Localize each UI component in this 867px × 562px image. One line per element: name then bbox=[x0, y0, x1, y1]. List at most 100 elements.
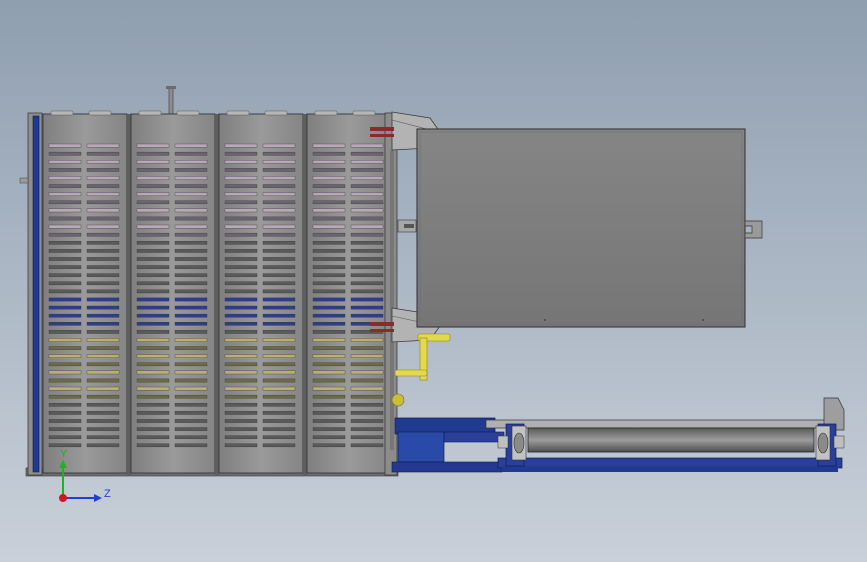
louver-slat bbox=[136, 241, 170, 245]
louver-slat bbox=[48, 160, 82, 164]
door-latch[interactable] bbox=[397, 219, 417, 233]
louver-panels[interactable] bbox=[42, 110, 395, 476]
louver-slat bbox=[224, 224, 258, 229]
louver-slat bbox=[136, 273, 170, 277]
louver-slat bbox=[174, 305, 208, 310]
louver-slat bbox=[224, 192, 258, 196]
door-rivet bbox=[702, 319, 704, 321]
louver-slat bbox=[224, 346, 258, 350]
louver-slat bbox=[48, 184, 82, 188]
louver-slat bbox=[224, 419, 258, 423]
louver-slat bbox=[312, 143, 346, 148]
louver-slat bbox=[224, 143, 258, 148]
louver-slat bbox=[86, 160, 120, 164]
louver-slat bbox=[312, 289, 346, 294]
panel-top-tab bbox=[50, 110, 74, 116]
louver-slat bbox=[86, 265, 120, 269]
louver-slat bbox=[224, 151, 258, 156]
louver-slat bbox=[174, 378, 208, 383]
louver-slat bbox=[224, 338, 258, 342]
louver-slat bbox=[136, 378, 170, 383]
louver-slat bbox=[86, 338, 120, 342]
louver-slat bbox=[174, 362, 208, 367]
panel-divider bbox=[215, 114, 219, 476]
machine-assembly[interactable] bbox=[19, 86, 845, 477]
louver-slat bbox=[224, 184, 258, 188]
cabinet-panel[interactable] bbox=[306, 113, 392, 474]
louver-slat bbox=[224, 257, 258, 261]
louver-slat bbox=[174, 241, 208, 245]
louver-slat bbox=[86, 151, 120, 156]
louver-slat bbox=[136, 289, 170, 294]
cad-viewport[interactable]: Y Z bbox=[0, 0, 867, 562]
louver-slat bbox=[224, 394, 258, 399]
louver-slat bbox=[136, 394, 170, 399]
cabinet-panel[interactable] bbox=[42, 113, 128, 474]
louver-slat bbox=[86, 346, 120, 350]
louver-slat bbox=[48, 419, 82, 423]
louver-slat bbox=[262, 208, 296, 213]
louver-slat bbox=[48, 216, 82, 221]
louver-slat bbox=[174, 386, 208, 391]
louver-slat bbox=[224, 411, 258, 415]
louver-slat bbox=[262, 241, 296, 245]
louver-slat bbox=[86, 200, 120, 205]
louver-slat bbox=[174, 160, 208, 164]
roller[interactable] bbox=[527, 427, 815, 453]
louver-slat bbox=[224, 289, 258, 294]
louver-slat bbox=[312, 386, 346, 391]
louver-slat bbox=[174, 435, 208, 439]
roller-conveyor[interactable] bbox=[485, 397, 845, 472]
louver-slat bbox=[312, 273, 346, 277]
louver-slat bbox=[174, 200, 208, 205]
louver-slat bbox=[350, 216, 384, 221]
louver-slat bbox=[350, 249, 384, 253]
panel-top-tab bbox=[352, 110, 376, 116]
louver-slat bbox=[350, 151, 384, 156]
louver-slat bbox=[312, 216, 346, 221]
louver-slat bbox=[174, 443, 208, 448]
louver-slat bbox=[350, 281, 384, 286]
louver-slat bbox=[136, 354, 170, 358]
louver-slat bbox=[174, 427, 208, 431]
crank-handle[interactable] bbox=[391, 333, 451, 407]
louver-slat bbox=[262, 427, 296, 431]
louver-slat bbox=[174, 151, 208, 156]
louver-slat bbox=[224, 354, 258, 358]
louver-slat bbox=[312, 151, 346, 156]
louver-slat bbox=[86, 297, 120, 302]
louver-slat bbox=[48, 143, 82, 148]
louver-slat bbox=[224, 297, 258, 302]
louver-slat bbox=[224, 330, 258, 334]
louver-slat bbox=[312, 419, 346, 423]
louver-slat bbox=[224, 208, 258, 213]
louver-slat bbox=[312, 346, 346, 350]
louver-slat bbox=[48, 394, 82, 399]
louver-slat bbox=[48, 200, 82, 205]
louver-slat bbox=[350, 208, 384, 213]
louver-slat bbox=[48, 403, 82, 407]
louver-slat bbox=[174, 338, 208, 342]
louver-slat bbox=[262, 281, 296, 286]
louver-slat bbox=[224, 362, 258, 367]
louver-slat bbox=[86, 289, 120, 294]
door-panel[interactable] bbox=[416, 128, 746, 328]
louver-slat bbox=[312, 281, 346, 286]
louver-slat bbox=[48, 208, 82, 213]
louver-slat bbox=[136, 249, 170, 253]
louver-slat bbox=[350, 192, 384, 196]
louver-slat bbox=[86, 443, 120, 448]
z-axis-label: Z bbox=[104, 488, 111, 500]
louver-slat bbox=[262, 216, 296, 221]
louver-slat bbox=[174, 192, 208, 196]
cabinet-panel[interactable] bbox=[130, 113, 216, 474]
louver-slat bbox=[350, 273, 384, 277]
louver-slat bbox=[262, 411, 296, 415]
louver-slat bbox=[224, 232, 258, 237]
louver-slat bbox=[350, 184, 384, 188]
louver-slat bbox=[312, 232, 346, 237]
louver-slat bbox=[136, 338, 170, 342]
cabinet-panel[interactable] bbox=[218, 113, 304, 474]
louver-slat bbox=[86, 257, 120, 261]
louver-slat bbox=[262, 403, 296, 407]
